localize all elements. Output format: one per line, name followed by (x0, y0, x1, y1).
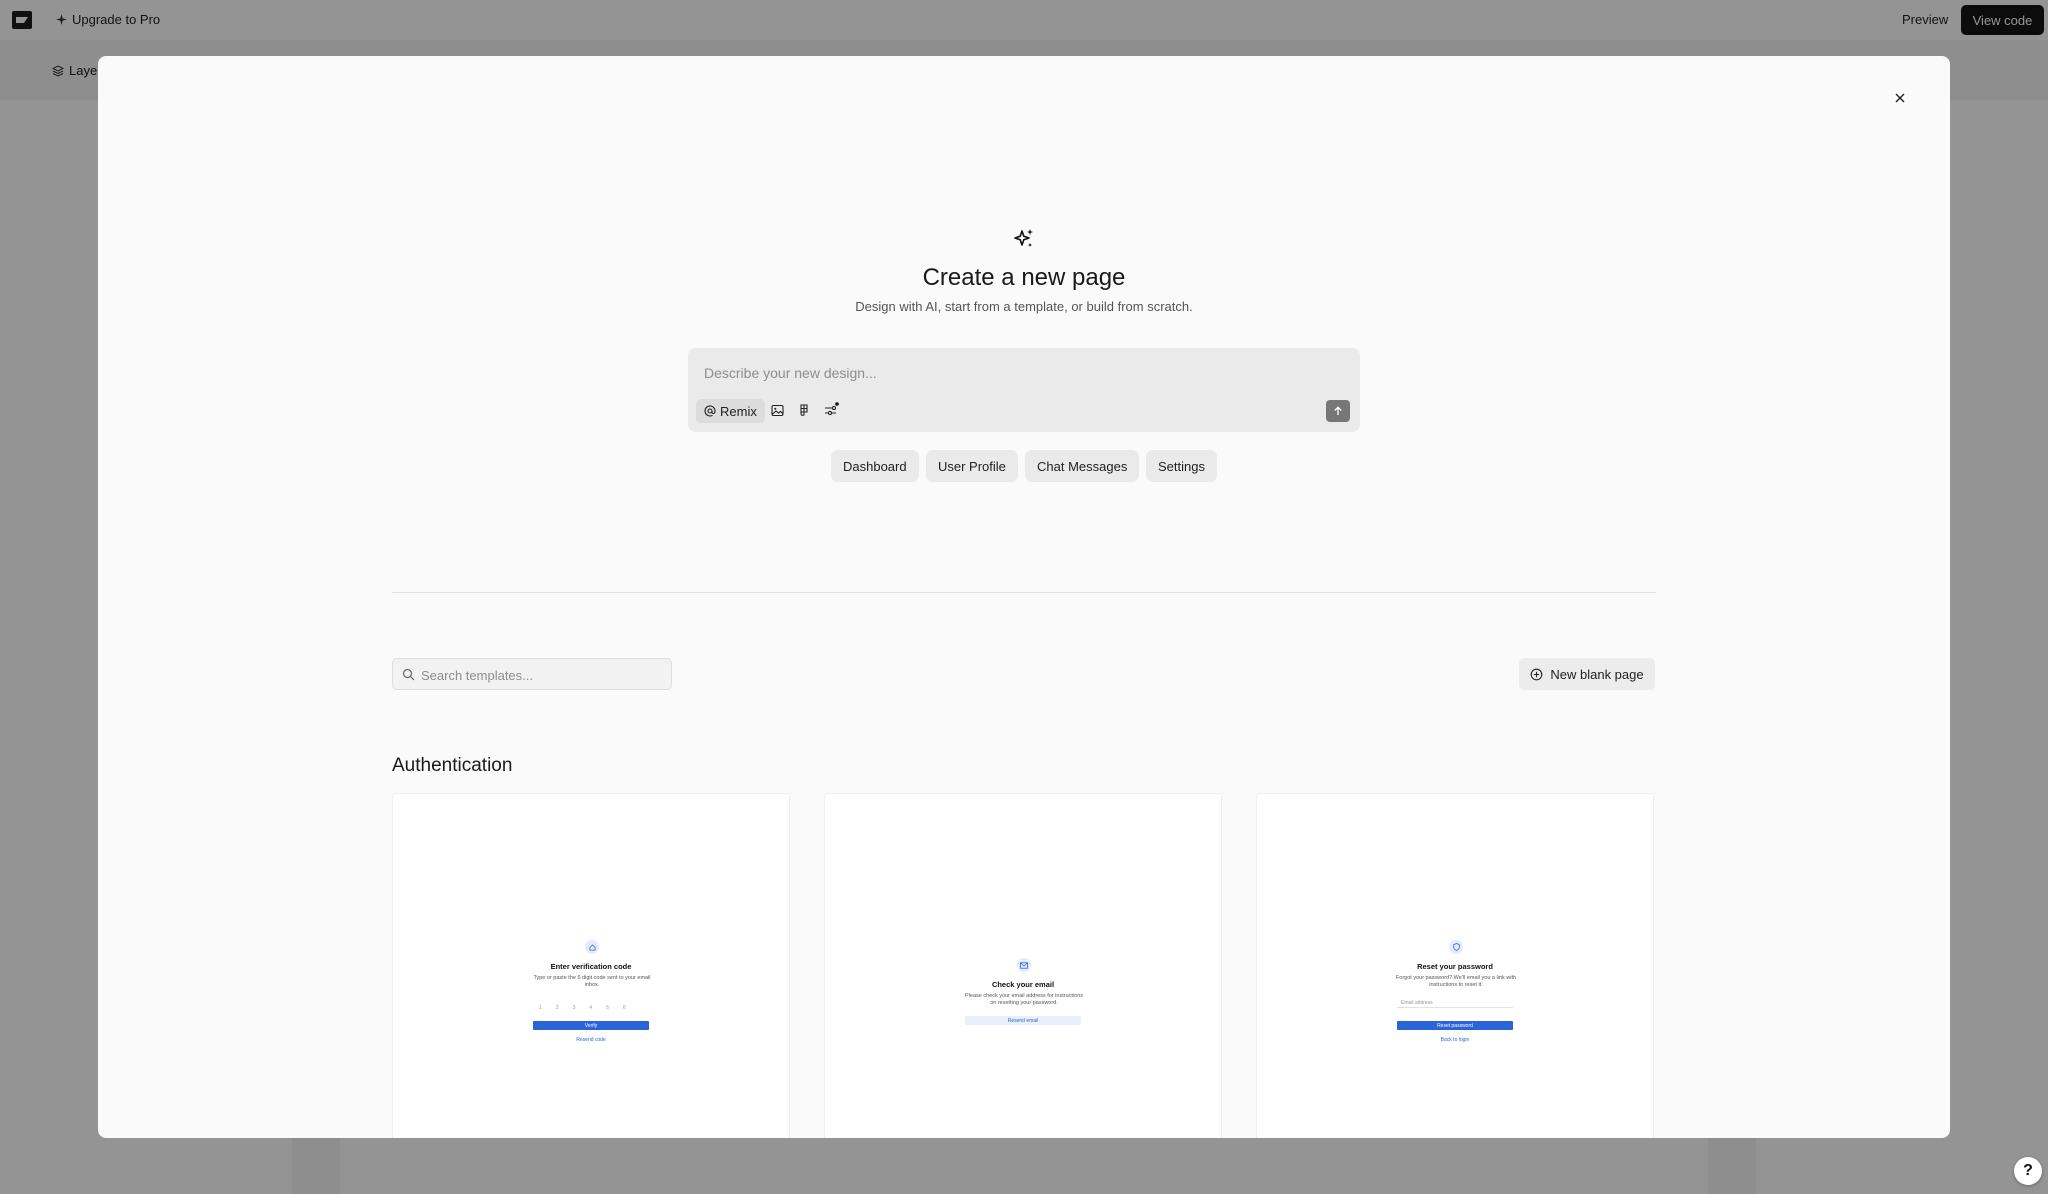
mini-subtitle: Please check your email address for inst… (965, 993, 1083, 1006)
mini-verify-button: Verify (533, 1021, 649, 1030)
sparkles-icon (1014, 229, 1033, 247)
template-card-reset-password[interactable]: Reset your password Forgot your password… (1256, 793, 1654, 1138)
modal-subtitle: Design with AI, start from a template, o… (855, 299, 1193, 314)
divider (392, 592, 1656, 593)
template-card-check-email[interactable]: Check your email Please check your email… (824, 793, 1222, 1138)
mini-digit: 6 (622, 1005, 626, 1011)
image-icon (770, 404, 784, 416)
search-input[interactable] (421, 666, 661, 684)
at-sign-icon (704, 405, 716, 417)
mini-digit: 4 (589, 1005, 593, 1011)
mini-title: Enter verification code (550, 962, 632, 971)
suggestion-chip-dashboard[interactable]: Dashboard (831, 450, 919, 482)
image-upload-button[interactable] (768, 401, 786, 419)
help-button[interactable]: ? (2014, 1157, 2042, 1185)
mini-digit: 3 (572, 1005, 576, 1011)
suggestion-chip-chat-messages[interactable]: Chat Messages (1025, 450, 1140, 482)
close-icon (1895, 93, 1905, 103)
new-blank-page-label: New blank page (1550, 666, 1644, 682)
modal-title: Create a new page (922, 264, 1126, 291)
arrow-up-icon (1334, 406, 1342, 415)
mini-subtitle: Type or paste the 6 digit code sent to y… (533, 975, 651, 988)
figma-icon (800, 403, 808, 416)
mini-back-link: Back to login (1440, 1037, 1470, 1043)
remix-label: Remix (720, 403, 757, 419)
mini-digit: 2 (555, 1005, 559, 1011)
new-blank-page-button[interactable]: New blank page (1519, 658, 1655, 690)
mini-digit: 5 (606, 1005, 609, 1011)
close-button[interactable] (1890, 88, 1910, 108)
mini-reset-button: Reset password (1397, 1021, 1513, 1030)
mini-shield-icon (1449, 940, 1463, 954)
create-page-modal: Create a new page Design with AI, start … (98, 56, 1950, 1138)
mini-resend-link: Resend code (576, 1037, 606, 1043)
integrations-button[interactable] (822, 401, 840, 419)
sliders-icon (825, 402, 839, 416)
send-button[interactable] (1326, 400, 1350, 422)
prompt-box: Remix (688, 348, 1360, 432)
suggestion-chip-user-profile[interactable]: User Profile (926, 450, 1018, 482)
template-search (392, 658, 672, 690)
suggestion-chip-settings[interactable]: Settings (1146, 450, 1217, 482)
mini-email-field: Email address (1397, 999, 1513, 1008)
mini-home-icon (585, 940, 599, 954)
template-card-verification[interactable]: Enter verification code Type or paste th… (392, 793, 790, 1138)
mini-title: Check your email (991, 980, 1055, 989)
mini-resend-button: Resend email (965, 1016, 1081, 1025)
mini-mail-icon (1017, 958, 1031, 972)
mini-title: Reset your password (1417, 962, 1493, 971)
mini-digit: 1 (539, 1005, 542, 1011)
remix-button[interactable]: Remix (696, 399, 765, 423)
search-icon (402, 668, 415, 681)
plus-circle-icon (1531, 668, 1543, 680)
mini-code-digits: 1 2 3 4 5 6 (539, 1005, 626, 1011)
section-title: Authentication (392, 755, 513, 776)
mini-subtitle: Forgot your password? We'll email you a … (1395, 975, 1517, 988)
figma-import-button[interactable] (795, 401, 813, 419)
prompt-input[interactable] (704, 362, 1304, 384)
